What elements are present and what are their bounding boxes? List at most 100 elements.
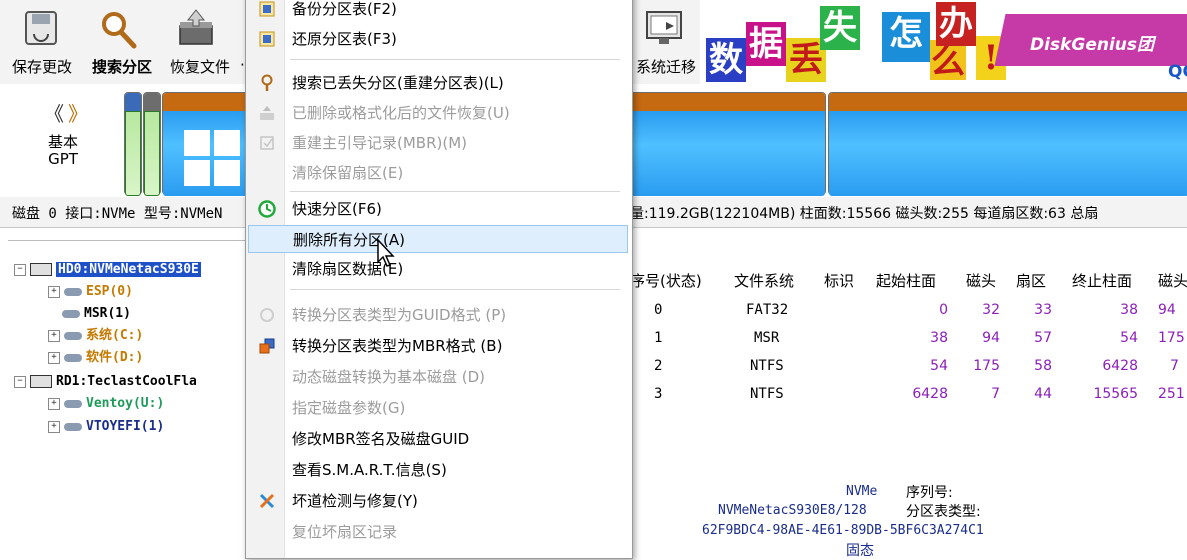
tree-node-disk1[interactable]: − RD1:TeclastCoolFla [14,371,197,393]
system-migrate-button[interactable]: 系统迁移 [630,0,702,84]
collapse-icon[interactable]: − [14,375,26,388]
menu-item-change-mbr-signature-guid[interactable]: 修改MBR签名及磁盘GUID [248,425,628,453]
partition-block-system-right[interactable] [630,92,826,196]
menu-item-convert-to-guid[interactable]: 转换分区表类型为GUID格式 (P) [248,301,628,329]
table-row[interactable]: 1 MSR 38 94 57 54 175 [630,326,1187,354]
save-changes-label: 保存更改 [11,58,72,76]
menu-item-view-smart[interactable]: 查看S.M.A.R.T.信息(S) [248,456,628,484]
expand-icon[interactable]: + [48,420,60,433]
menu-item-file-recovery[interactable]: 已删除或格式化后的文件恢复(U) [248,99,628,127]
menu-item-bad-sector-check[interactable]: 坏道检测与修复(Y) [248,487,628,515]
menu-item-search-lost-partitions[interactable]: 搜索已丢失分区(重建分区表)(L) [248,69,628,97]
banner-char: 怎 [882,12,930,62]
tree-node-esp[interactable]: + ESP(0) [48,281,133,303]
disk-icon [30,375,52,388]
software-label: 软件(D:) [86,350,144,365]
detail-guid: 62F9BDC4-98AE-4E61-89DB-5BF6C3A274C1 [702,523,984,538]
collapse-icon[interactable]: − [14,263,26,276]
search-partition-label: 搜索分区 [91,58,152,76]
bad-sector-tools-icon [259,493,275,509]
restore-files-button[interactable]: 恢复文件 [162,0,238,84]
menu-item-delete-all-partitions[interactable]: 删除所有分区(A) [248,225,628,253]
partition-icon [64,353,82,362]
cell-sector: 44 [1034,386,1052,402]
detail-interface: NVMe [846,484,878,499]
partition-icon [64,331,82,340]
expand-icon[interactable]: + [48,285,60,298]
menu-separator [290,191,620,192]
msr-label: MSR(1) [84,306,131,321]
col-header-end-cyl[interactable]: 终止柱面 [1072,270,1132,291]
partition-block-msr[interactable] [143,92,161,196]
col-header-end-head[interactable]: 磁头 [1158,270,1187,291]
table-row[interactable]: 0 FAT32 0 32 33 38 94 [630,298,1187,326]
menu-item-clear-sector-data[interactable]: 清除扇区数据(E) [248,255,628,283]
expand-icon[interactable]: + [48,397,60,410]
cell-index: 3 [654,386,663,402]
menu-item-specify-disk-params[interactable]: 指定磁盘参数(G) [248,394,628,422]
backup-table-icon [259,1,275,17]
menu-item-reset-bad-sector-records[interactable]: 复位坏扇区记录 [248,518,628,546]
menu-label: 复位坏扇区记录 [292,523,398,541]
table-row[interactable]: 2 NTFS 54 175 58 6428 7 [630,354,1187,382]
prev-disk-arrow-icon[interactable]: 《 [44,102,64,126]
system-migrate-icon [646,11,682,44]
table-row[interactable]: 3 NTFS 6428 7 44 15565 251 [630,382,1187,410]
menu-item-clear-reserved-sectors[interactable]: 清除保留扇区(E) [248,159,628,187]
menu-item-restore-partition-table[interactable]: 还原分区表(F3) [248,25,628,53]
save-disk-icon [25,11,57,45]
detail-media: 固态 [846,543,874,559]
col-header-index[interactable]: 序号(状态) [630,270,702,291]
menu-label: 搜索已丢失分区(重建分区表)(L) [292,74,504,92]
disk0-label: HD0:NVMeNetacS930E [56,262,201,277]
cell-fs: FAT32 [746,302,789,318]
tree-node-system[interactable]: + 系统(C:) [48,325,143,347]
disk-nav: 《》 [44,98,92,127]
banner-char: 数 [706,38,746,82]
cell-head: 94 [982,330,1000,346]
menu-item-backup-partition-table[interactable]: 备份分区表(F2) [248,0,628,23]
col-header-flag[interactable]: 标识 [824,270,854,291]
restore-box-icon [179,9,213,45]
tree-node-msr[interactable]: MSR(1) [62,303,131,325]
tree-node-software[interactable]: + 软件(D:) [48,347,143,369]
disk-type-basic: 基本 [47,133,78,151]
menu-item-rebuild-mbr[interactable]: 重建主引导记录(MBR)(M) [248,129,628,157]
partition-icon [64,399,82,408]
expand-icon[interactable]: + [48,329,60,342]
tree-node-vtoyefi[interactable]: + VTOYEFI(1) [48,416,164,438]
menu-item-quick-partition[interactable]: 快速分区(F6) [248,195,628,223]
disk-context-menu: 备份分区表(F2) 还原分区表(F3) 搜索已丢失分区(重建分区表)(L) 已删… [245,0,633,559]
expand-icon[interactable]: + [48,351,60,364]
partition-block-esp[interactable] [124,92,142,196]
next-disk-arrow-icon[interactable]: 》 [68,102,88,126]
search-partition-button[interactable]: 搜索分区 [84,0,160,84]
partition-block-software[interactable] [828,92,1187,196]
quick-partition-icon [258,200,276,218]
col-header-start-cyl[interactable]: 起始柱面 [876,270,936,291]
col-header-sector[interactable]: 扇区 [1016,270,1046,291]
partition-icon [64,422,82,431]
menu-item-convert-to-mbr[interactable]: 转换分区表类型为MBR格式 (B) [248,332,628,360]
cell-start-cyl: 0 [939,302,948,318]
menu-item-dynamic-to-basic[interactable]: 动态磁盘转换为基本磁盘 (D) [248,363,628,391]
partition-icon [64,287,82,296]
mouse-cursor-icon [377,238,395,267]
cell-head: 32 [982,302,1000,318]
menu-label: 转换分区表类型为GUID格式 (P) [292,306,507,324]
cell-end-head: 94 [1158,302,1176,318]
system-label: 系统(C:) [86,328,144,343]
cell-head: 175 [973,358,1000,374]
menu-label: 快速分区(F6) [292,200,382,218]
cell-sector: 58 [1034,358,1052,374]
save-changes-button[interactable]: 保存更改 [4,0,80,84]
vtoyefi-label: VTOYEFI(1) [86,419,165,434]
menu-label: 查看S.M.A.R.T.信息(S) [292,461,447,479]
tree-node-ventoy[interactable]: + Ventoy(U:) [48,393,164,415]
tree-node-disk0[interactable]: − HD0:NVMeNetacS930E [14,259,201,281]
col-header-fs[interactable]: 文件系统 [734,270,794,291]
banner-char: 失 [820,6,860,50]
brand-text: DiskGenius团 [1030,35,1154,55]
search-lost-partition-icon [261,74,273,91]
col-header-head[interactable]: 磁头 [966,270,996,291]
